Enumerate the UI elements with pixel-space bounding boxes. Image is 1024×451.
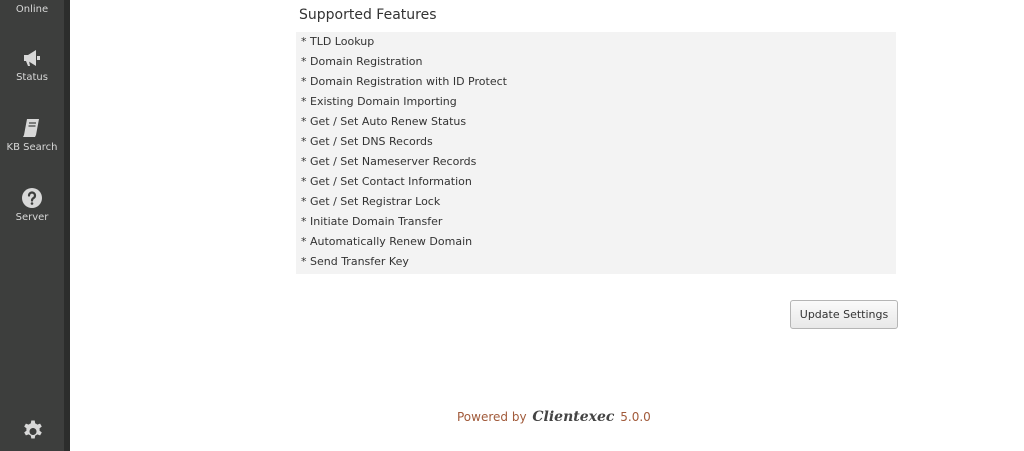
feature-item: * Get / Set Contact Information <box>301 175 472 188</box>
gear-icon[interactable] <box>21 418 45 442</box>
powered-by-text: Powered by <box>457 410 527 424</box>
sidebar-item-label: Server <box>15 212 49 223</box>
feature-item: * Automatically Renew Domain <box>301 235 473 248</box>
sidebar-item-kb-search[interactable]: KB Search <box>0 117 64 153</box>
sidebar: Online Status KB Search Server <box>0 0 70 451</box>
book-icon <box>21 117 43 139</box>
feature-item: * Domain Registration <box>301 55 423 68</box>
feature-item: * Existing Domain Importing <box>301 95 457 108</box>
feature-item: * Get / Set Nameserver Records <box>301 155 477 168</box>
feature-item: * Initiate Domain Transfer <box>301 215 443 228</box>
feature-item: * Send Transfer Key <box>301 255 409 268</box>
question-icon <box>21 187 43 209</box>
sidebar-item-label: Online <box>15 4 49 15</box>
main-content: Supported Features * TLD Lookup * Domain… <box>70 0 1024 451</box>
sidebar-item-online[interactable]: Online <box>0 4 64 15</box>
feature-item: * Domain Registration with ID Protect <box>301 75 507 88</box>
sidebar-item-label: KB Search <box>6 142 58 153</box>
megaphone-icon <box>21 47 43 69</box>
feature-item: * Get / Set Registrar Lock <box>301 195 441 208</box>
feature-item: * TLD Lookup <box>301 35 375 48</box>
feature-item: * Get / Set DNS Records <box>301 135 433 148</box>
footer: Powered by Clientexec 5.0.0 <box>457 409 651 425</box>
version-text: 5.0.0 <box>620 410 651 424</box>
section-title: Supported Features <box>299 7 437 23</box>
feature-item: * Get / Set Auto Renew Status <box>301 115 467 128</box>
clientexec-logo[interactable]: Clientexec <box>532 409 614 425</box>
features-list: * TLD Lookup * Domain Registration * Dom… <box>296 32 896 274</box>
update-settings-button[interactable]: Update Settings <box>790 300 898 329</box>
sidebar-item-label: Status <box>16 72 48 83</box>
sidebar-item-server[interactable]: Server <box>0 187 64 223</box>
sidebar-item-status[interactable]: Status <box>0 47 64 83</box>
